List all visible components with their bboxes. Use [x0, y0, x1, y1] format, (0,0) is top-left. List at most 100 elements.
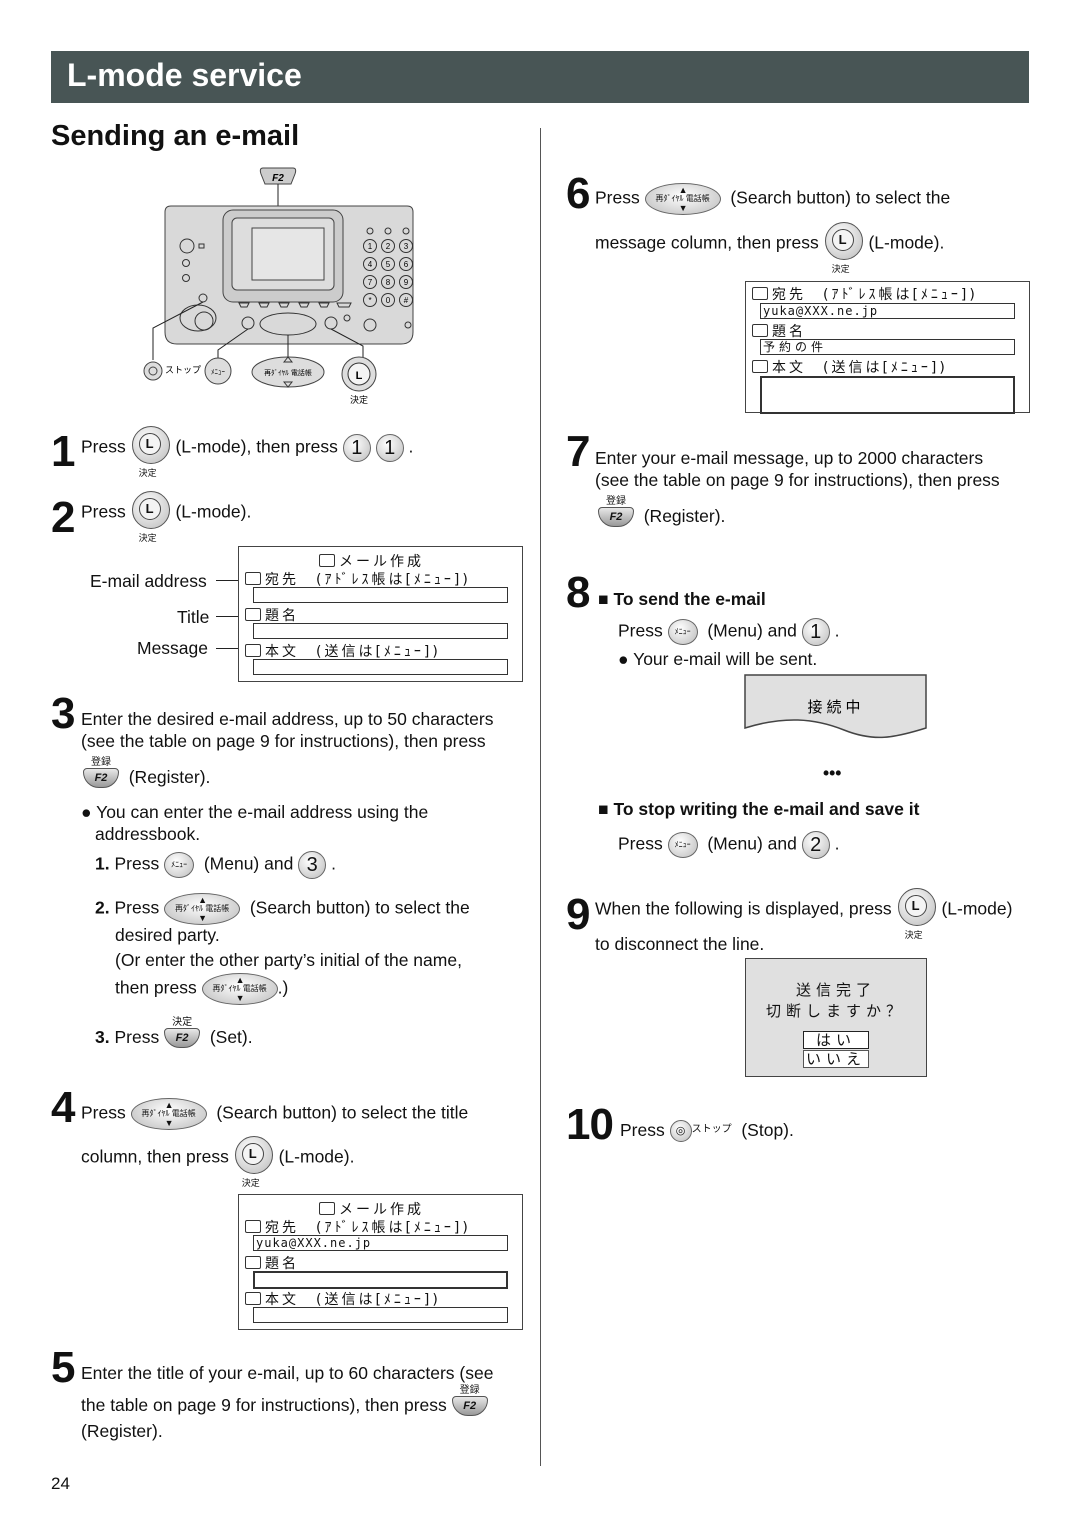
- lmode-button-icon: L 決定: [131, 491, 171, 543]
- step-10-text: Press ◎ ストップ (Stop).: [620, 1119, 794, 1143]
- lcd-to-label: 宛先 (ｱﾄﾞﾚｽ帳は[ﾒﾆｭｰ]): [245, 569, 471, 589]
- step-9: 9: [566, 893, 591, 937]
- lmode-button-icon: L 決定: [131, 426, 171, 478]
- edit-icon: [319, 554, 335, 567]
- step-3-bullet-line2: addressbook.: [95, 824, 201, 844]
- step-number: 7: [566, 427, 591, 476]
- svg-text:ﾒﾆｭｰ: ﾒﾆｭｰ: [211, 368, 225, 376]
- search-key-icon: 再ﾀﾞｲﾔﾙ 電話帳: [251, 356, 325, 388]
- page-number: 24: [51, 1474, 70, 1493]
- keypad-key-label: *: [368, 296, 371, 305]
- step-7-register: 登録 F2 (Register).: [598, 496, 725, 528]
- section-banner: L-mode service: [51, 51, 1029, 103]
- step-6-text: Press 再ﾀﾞｲﾔﾙ 電話帳 (Search button) to sele…: [595, 175, 950, 223]
- step-3-bullet: ● You can enter the e-mail address using…: [81, 802, 429, 822]
- step-8-send-text: Press ﾒﾆｭｰ (Menu) and 1 .: [618, 618, 839, 646]
- stop-key-icon: ◎: [669, 1120, 692, 1143]
- lcd-line1: 送信完了: [795, 981, 876, 999]
- lcd-to-field: yuka@XXX.ne.jp: [253, 1235, 508, 1251]
- step-3-sub2-line3: (Or enter the other party’s initial of t…: [115, 950, 462, 970]
- document-icon: [752, 360, 768, 373]
- callout-title: Title: [177, 607, 210, 627]
- lcd-subject-field: [253, 623, 508, 639]
- step-8-bullet: ● Your e-mail will be sent.: [618, 649, 818, 669]
- address-icon: [245, 1220, 261, 1233]
- subject-icon: [245, 1256, 261, 1269]
- step-6: 6: [566, 169, 591, 218]
- step-number: 5: [51, 1343, 76, 1392]
- step-6-line2: message column, then press L 決定 (L-mode).: [595, 222, 944, 274]
- step-10: 10: [566, 1100, 614, 1149]
- column-divider: [540, 128, 541, 1466]
- lcd-to-field: yuka@XXX.ne.jp: [760, 303, 1015, 319]
- stop-key-icon: ストップ: [143, 361, 201, 381]
- lcd-subject-label: 題名: [245, 605, 299, 625]
- page-title: Sending an e-mail: [51, 120, 300, 152]
- step-3: 3: [51, 689, 76, 738]
- step-8-stop-text: Press ﾒﾆｭｰ (Menu) and 2 .: [618, 831, 839, 859]
- step-5-line1: Enter the title of your e-mail, up to 60…: [81, 1363, 494, 1383]
- search-key-icon: 再ﾀﾞｲﾔﾙ 電話帳: [130, 1090, 207, 1138]
- stop-heading: ■ To stop writing the e-mail and save it: [598, 799, 920, 819]
- search-key-icon: 再ﾀﾞｲﾔﾙ 電話帳: [644, 175, 721, 223]
- step-number: 8: [566, 568, 591, 617]
- lcd-connecting-screen: 接続中: [744, 674, 927, 739]
- step-1: 1: [51, 430, 76, 474]
- key-1-icon: 1: [375, 434, 404, 462]
- step-7-line2: (see the table on page 9 for instruction…: [595, 470, 1000, 490]
- lmode-button-icon: L 決定: [234, 1136, 274, 1188]
- lcd-body-field: [760, 376, 1015, 414]
- edit-icon: [319, 1202, 335, 1215]
- banner-title: L-mode service: [67, 57, 302, 93]
- lcd-body-label: 本文 (送信は[ﾒﾆｭｰ]): [245, 641, 441, 661]
- step-9-text: When the following is displayed, press L…: [595, 888, 1012, 940]
- search-key-icon: 再ﾀﾞｲﾔﾙ 電話帳: [201, 965, 278, 1013]
- svg-text:L: L: [356, 370, 363, 382]
- step-3-sub2: 2. Press 再ﾀﾞｲﾔﾙ 電話帳 (Search button) to s…: [95, 885, 470, 933]
- menu-key-icon: ﾒﾆｭｰ: [667, 619, 698, 645]
- step-7: 7: [566, 427, 591, 476]
- keypad-key-label: 4: [368, 260, 373, 269]
- lmode-key-icon: L 決定: [341, 356, 377, 406]
- step-8: 8: [566, 568, 591, 617]
- menu-key-icon: ﾒﾆｭｰ: [667, 832, 698, 858]
- f2-register-key-icon: 登録 F2: [83, 757, 119, 789]
- step-number: 4: [51, 1083, 76, 1132]
- key-1-icon: 1: [801, 618, 830, 646]
- lcd-option-yes: はい: [803, 1031, 869, 1049]
- step-3-register: 登録 F2 (Register).: [83, 757, 210, 789]
- svg-text:決定: 決定: [350, 394, 368, 406]
- lcd-body-field: [253, 1307, 508, 1323]
- menu-key-icon: ﾒﾆｭｰ: [164, 852, 195, 878]
- lcd-to-field: [253, 587, 508, 603]
- lmode-button-icon: L 決定: [824, 222, 864, 274]
- step-number: 10: [566, 1100, 614, 1149]
- step-number: 3: [51, 689, 76, 738]
- f2-set-key-icon: 決定 F2: [164, 1017, 201, 1049]
- ellipsis: •••: [823, 763, 842, 783]
- f2-register-key-icon: 登録 F2: [451, 1385, 488, 1417]
- step-3-line1: Enter the desired e-mail address, up to …: [81, 709, 494, 729]
- key-2-icon: 2: [801, 831, 830, 859]
- lcd-option-no: いいえ: [803, 1050, 869, 1068]
- step-number: 6: [566, 169, 591, 218]
- lmode-button-icon: L 決定: [897, 888, 937, 940]
- lcd-title-entered-screen: 宛先 (ｱﾄﾞﾚｽ帳は[ﾒﾆｭｰ]) yuka@XXX.ne.jp 題名 予約の…: [745, 281, 1030, 414]
- step-3-sub2-line2: desired party.: [115, 925, 220, 945]
- document-icon: [245, 1292, 261, 1305]
- step-1-text: Press L 決定 (L-mode), then press 1 1 .: [81, 426, 413, 478]
- step-3-sub3: 3. Press 決定 F2 (Set).: [95, 1017, 253, 1049]
- step-2: 2: [51, 496, 76, 540]
- step-4-text: Press 再ﾀﾞｲﾔﾙ 電話帳 (Search button) to sele…: [81, 1090, 468, 1138]
- send-heading: ■ To send the e-mail: [598, 589, 766, 609]
- keypad-key-label: #: [404, 296, 409, 305]
- step-3-sub1: 1. Press ﾒﾆｭｰ (Menu) and 3 .: [95, 851, 336, 879]
- keypad-key-label: 9: [404, 278, 409, 287]
- keypad-key-label: 3: [404, 242, 409, 251]
- lcd-subject-field: 予約の件: [760, 339, 1015, 355]
- subject-icon: [245, 608, 261, 621]
- keypad-key-label: 8: [386, 278, 391, 287]
- callout-message: Message: [137, 638, 209, 658]
- svg-text:F2: F2: [272, 173, 284, 184]
- lcd-subject-field: [253, 1271, 508, 1289]
